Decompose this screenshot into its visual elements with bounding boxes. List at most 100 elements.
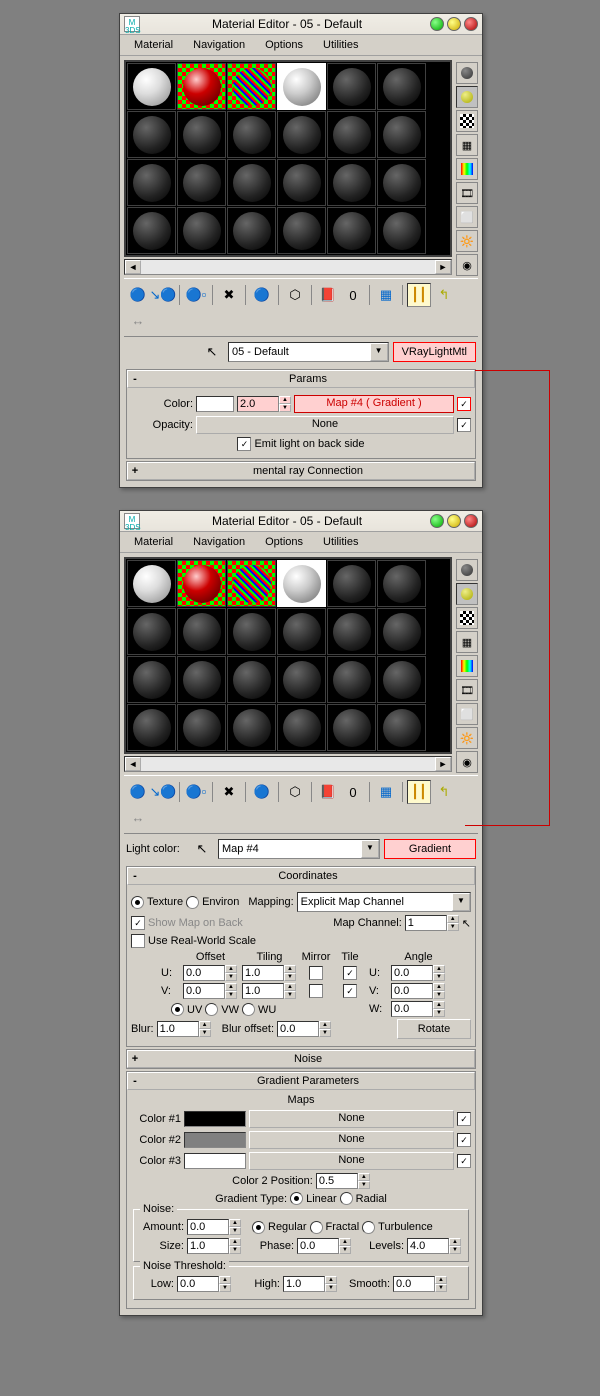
map-name-dropdown[interactable]: Map #4▼: [218, 839, 380, 859]
sample-uv-icon[interactable]: ▦: [456, 134, 478, 156]
sample-slot[interactable]: [177, 159, 226, 206]
sample-slot[interactable]: [177, 608, 226, 655]
u-offset-spinner[interactable]: ▲▼: [183, 965, 238, 981]
select-by-mat-icon[interactable]: 🔆: [456, 727, 478, 749]
sample-slot[interactable]: [327, 159, 376, 206]
material-name-dropdown[interactable]: 05 - Default▼: [228, 342, 389, 362]
make-unique-icon[interactable]: ⬡: [283, 780, 307, 804]
mat-id-icon[interactable]: 0: [341, 780, 365, 804]
color-swatch[interactable]: [196, 396, 234, 412]
color2-pos-spinner[interactable]: ▲▼: [316, 1173, 370, 1189]
menu-material[interactable]: Material: [124, 534, 183, 550]
vw-radio[interactable]: [205, 1003, 218, 1016]
sample-type-icon[interactable]: [456, 559, 478, 581]
sample-slot[interactable]: [227, 704, 276, 751]
mapping-dropdown[interactable]: Explicit Map Channel▼: [297, 892, 471, 912]
color3-map-checkbox[interactable]: [457, 1154, 471, 1168]
sample-slot-selected[interactable]: [277, 63, 326, 110]
noise-header[interactable]: +Noise: [127, 1050, 475, 1068]
put-to-scene-icon[interactable]: ↘🔵: [151, 283, 175, 307]
sample-slot[interactable]: [127, 207, 176, 254]
rotate-button[interactable]: Rotate: [397, 1019, 471, 1039]
select-by-mat-icon[interactable]: 🔆: [456, 230, 478, 252]
w-angle-spinner[interactable]: ▲▼: [391, 1001, 446, 1017]
smooth-spinner[interactable]: ▲▼: [393, 1276, 447, 1292]
v-offset-spinner[interactable]: ▲▼: [183, 983, 238, 999]
sample-slot[interactable]: [327, 656, 376, 703]
sample-slot[interactable]: [177, 63, 226, 110]
sample-slot[interactable]: [127, 111, 176, 158]
sample-slot[interactable]: [377, 560, 426, 607]
sample-slot[interactable]: [227, 159, 276, 206]
menu-material[interactable]: Material: [124, 37, 183, 53]
v-angle-spinner[interactable]: ▲▼: [391, 983, 446, 999]
sample-slot[interactable]: [277, 207, 326, 254]
get-material-icon[interactable]: 🔵: [126, 780, 150, 804]
options-icon[interactable]: ⬜: [456, 703, 478, 725]
material-type-button[interactable]: VRayLightMtl: [393, 342, 476, 362]
high-spinner[interactable]: ▲▼: [283, 1276, 337, 1292]
sample-slot[interactable]: [177, 207, 226, 254]
v-tiling-spinner[interactable]: ▲▼: [242, 983, 297, 999]
put-to-scene-icon[interactable]: ↘🔵: [151, 780, 175, 804]
color1-swatch[interactable]: [184, 1111, 246, 1127]
make-preview-icon[interactable]: 🎞: [456, 679, 478, 701]
sample-slot[interactable]: [277, 704, 326, 751]
mray-header[interactable]: +mental ray Connection: [127, 462, 475, 480]
maximize-button[interactable]: [447, 514, 461, 528]
uv-radio[interactable]: [171, 1003, 184, 1016]
sample-slot[interactable]: [177, 704, 226, 751]
color2-map-button[interactable]: None: [249, 1131, 454, 1149]
sample-slot[interactable]: [377, 704, 426, 751]
menu-utilities[interactable]: Utilities: [313, 534, 368, 550]
texture-radio[interactable]: [131, 896, 144, 909]
sample-slot[interactable]: [327, 207, 376, 254]
opacity-map-checkbox[interactable]: [457, 418, 471, 432]
sample-slot[interactable]: [377, 111, 426, 158]
go-sibling-icon[interactable]: ↔: [126, 805, 150, 829]
sample-slot[interactable]: [127, 63, 176, 110]
backlight-icon[interactable]: [456, 86, 478, 108]
wu-radio[interactable]: [242, 1003, 255, 1016]
show-end-result-icon[interactable]: ┃┃: [407, 283, 431, 307]
make-copy-icon[interactable]: 🔵: [250, 780, 274, 804]
v-tile-checkbox[interactable]: [343, 984, 357, 998]
color1-map-checkbox[interactable]: [457, 1112, 471, 1126]
radial-radio[interactable]: [340, 1192, 353, 1205]
backlight-icon[interactable]: [456, 583, 478, 605]
color1-map-button[interactable]: None: [249, 1110, 454, 1128]
amount-spinner[interactable]: ▲▼: [187, 1219, 241, 1235]
size-spinner[interactable]: ▲▼: [187, 1238, 241, 1254]
opacity-map-button[interactable]: None: [196, 416, 454, 434]
sample-slot[interactable]: [177, 560, 226, 607]
background-icon[interactable]: [456, 110, 478, 132]
real-world-checkbox[interactable]: [131, 934, 145, 948]
blur-spinner[interactable]: ▲▼: [157, 1021, 211, 1037]
color-map-button[interactable]: Map #4 ( Gradient ): [294, 395, 454, 413]
go-sibling-icon[interactable]: ↔: [126, 308, 150, 332]
maximize-button[interactable]: [447, 17, 461, 31]
u-angle-spinner[interactable]: ▲▼: [391, 965, 446, 981]
intensity-input[interactable]: [237, 396, 279, 412]
h-scrollbar[interactable]: ◄►: [124, 756, 452, 772]
go-parent-icon[interactable]: ↰: [432, 283, 456, 307]
sample-uv-icon[interactable]: ▦: [456, 631, 478, 653]
close-button[interactable]: [464, 514, 478, 528]
menu-navigation[interactable]: Navigation: [183, 534, 255, 550]
menu-options[interactable]: Options: [255, 534, 313, 550]
sample-slot[interactable]: [377, 207, 426, 254]
reset-icon[interactable]: ✖: [217, 780, 241, 804]
sample-slot[interactable]: [227, 608, 276, 655]
menu-navigation[interactable]: Navigation: [183, 37, 255, 53]
minimize-button[interactable]: [430, 17, 444, 31]
map-channel-input[interactable]: [405, 915, 447, 931]
put-to-lib-icon[interactable]: 📕: [316, 283, 340, 307]
sample-slot[interactable]: [227, 111, 276, 158]
sample-slot[interactable]: [227, 63, 276, 110]
color2-swatch[interactable]: [184, 1132, 246, 1148]
close-button[interactable]: [464, 17, 478, 31]
environ-radio[interactable]: [186, 896, 199, 909]
reset-icon[interactable]: ✖: [217, 283, 241, 307]
sample-slot[interactable]: [277, 656, 326, 703]
options-icon[interactable]: ⬜: [456, 206, 478, 228]
